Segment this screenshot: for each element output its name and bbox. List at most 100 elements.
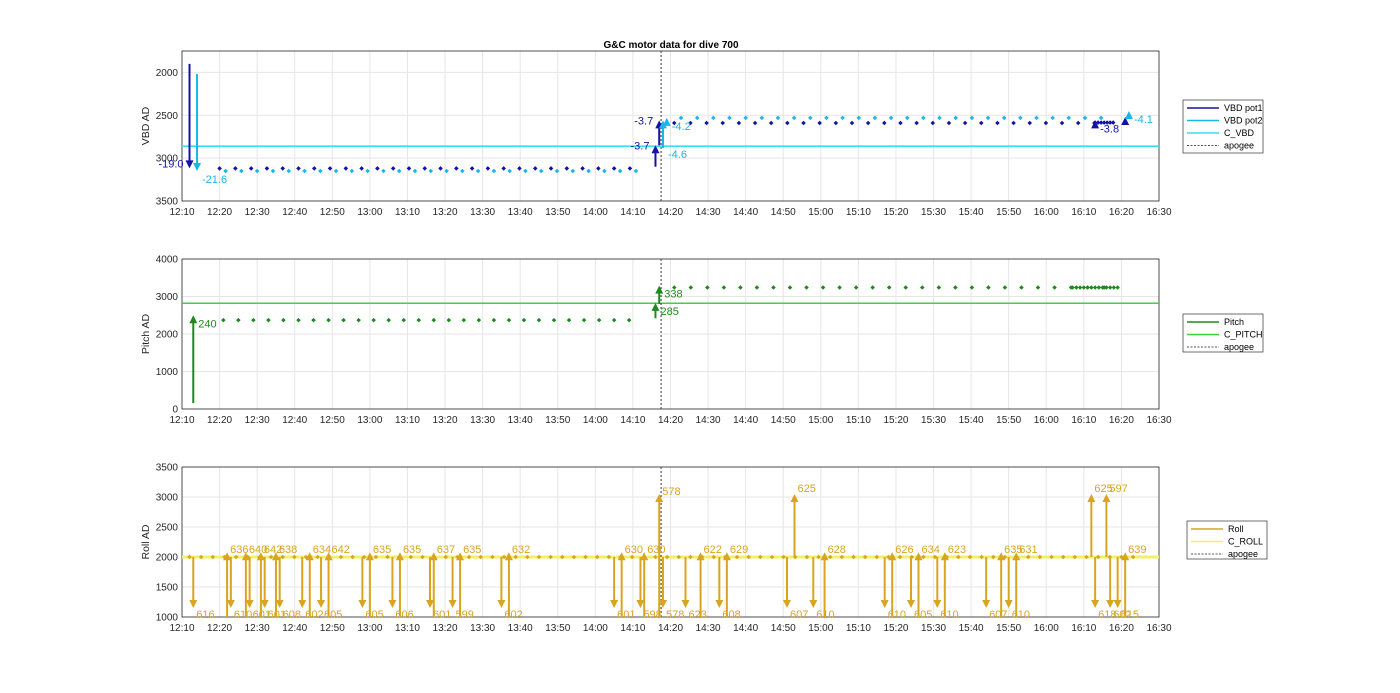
x-tick-label: 14:30 [696, 415, 721, 426]
data-point [759, 115, 765, 121]
data-point [738, 285, 743, 290]
move-label: -3.8 [1100, 123, 1119, 135]
data-point [921, 115, 926, 121]
data-point [416, 317, 421, 323]
x-tick-label: 12:50 [320, 415, 345, 426]
data-point [551, 317, 557, 323]
data-point [221, 317, 226, 323]
x-tick-label: 15:50 [996, 415, 1021, 426]
move-arrow-head [933, 600, 942, 608]
data-point [1059, 120, 1065, 126]
legend-entry: C_PITCH [1224, 330, 1263, 340]
data-point [991, 554, 996, 560]
data-point [187, 554, 192, 560]
data-point [350, 554, 355, 560]
data-point [705, 285, 710, 290]
figure-title: G&C motor data for dive 700 [603, 40, 738, 51]
data-point [365, 168, 370, 174]
x-tick-label: 15:00 [808, 415, 833, 426]
x-tick-label: 14:10 [620, 623, 645, 634]
move-arrow-head [662, 117, 671, 126]
data-point [359, 166, 364, 171]
x-tick-label: 14:10 [620, 415, 645, 426]
data-point [904, 115, 910, 121]
data-point [953, 115, 958, 121]
move-label: 634 [922, 544, 940, 556]
data-point [422, 166, 428, 171]
data-point [837, 285, 842, 290]
x-tick-label: 16:00 [1034, 415, 1059, 426]
data-point [678, 115, 684, 121]
x-tick-label: 16:30 [1146, 415, 1171, 426]
data-point [840, 115, 845, 121]
x-tick-label: 12:40 [282, 207, 307, 218]
data-point [953, 285, 958, 290]
data-point [532, 166, 538, 171]
data-point [849, 120, 855, 126]
x-tick-label: 15:20 [883, 415, 908, 426]
data-point [266, 317, 271, 323]
x-tick-label: 14:40 [733, 207, 758, 218]
data-point [548, 554, 553, 560]
data-point [506, 317, 512, 323]
move-label: 606 [395, 609, 413, 621]
data-point [882, 120, 887, 126]
move-label: 608 [283, 609, 301, 621]
legend-entry: C_VBD [1224, 128, 1255, 138]
data-point [743, 115, 748, 121]
data-point [1115, 285, 1120, 290]
motor-data-figure: G&C motor data for dive 700 12:10 12:20 12… [140, 40, 1268, 634]
y-axis-label: VBD AD [140, 106, 152, 145]
legend-entry: Pitch [1224, 317, 1244, 327]
x-tick-label: 15:30 [921, 415, 946, 426]
data-point [538, 168, 544, 174]
move-label: -3.7 [634, 115, 653, 127]
data-point [485, 166, 491, 171]
x-tick-label: 16:00 [1034, 623, 1059, 634]
data-point [936, 285, 942, 290]
data-point [1037, 554, 1043, 560]
x-tick-label: 13:10 [395, 415, 420, 426]
data-point [1002, 285, 1008, 290]
data-point [570, 168, 576, 174]
data-point [1018, 115, 1023, 121]
data-point [937, 115, 942, 121]
data-point [517, 166, 522, 171]
x-tick-label: 14:50 [771, 415, 796, 426]
y-tick-label: 3500 [156, 463, 179, 474]
data-point [1050, 115, 1055, 121]
x-tick-label: 13:50 [545, 415, 570, 426]
move-label: 639 [1128, 544, 1146, 556]
x-tick-label: 12:40 [282, 623, 307, 634]
data-point [223, 168, 228, 174]
data-point [930, 120, 936, 126]
data-point [461, 317, 467, 323]
data-point [536, 554, 542, 560]
data-point [1035, 285, 1041, 290]
data-point [318, 168, 323, 174]
x-tick-label: 16:00 [1034, 207, 1059, 218]
move-label: -4.2 [672, 121, 691, 133]
data-point [946, 120, 952, 126]
x-tick-label: 12:50 [320, 623, 345, 634]
x-tick-label: 14:20 [658, 415, 683, 426]
x-tick-label: 14:50 [771, 207, 796, 218]
y-tick-label: 2000 [156, 553, 179, 564]
move-label: 632 [512, 544, 530, 556]
move-arrow-head [681, 600, 690, 608]
data-point [381, 168, 386, 174]
data-point [564, 166, 570, 171]
move-label: 623 [948, 544, 966, 556]
data-point [233, 166, 238, 171]
move-label: 635 [463, 544, 481, 556]
legend: VBD pot1 VBD pot2 C_VBDapogee [1182, 99, 1264, 154]
x-tick-label: 14:00 [583, 207, 608, 218]
data-point [523, 168, 528, 174]
legend-entry: C_ROLL [1228, 537, 1263, 547]
move-label: 630 [625, 544, 643, 556]
move-arrow-head [189, 315, 198, 324]
x-tick-label: 14:40 [733, 415, 758, 426]
x-tick-label: 15:20 [883, 207, 908, 218]
data-point [491, 168, 497, 174]
move-label: -3.7 [631, 140, 650, 152]
